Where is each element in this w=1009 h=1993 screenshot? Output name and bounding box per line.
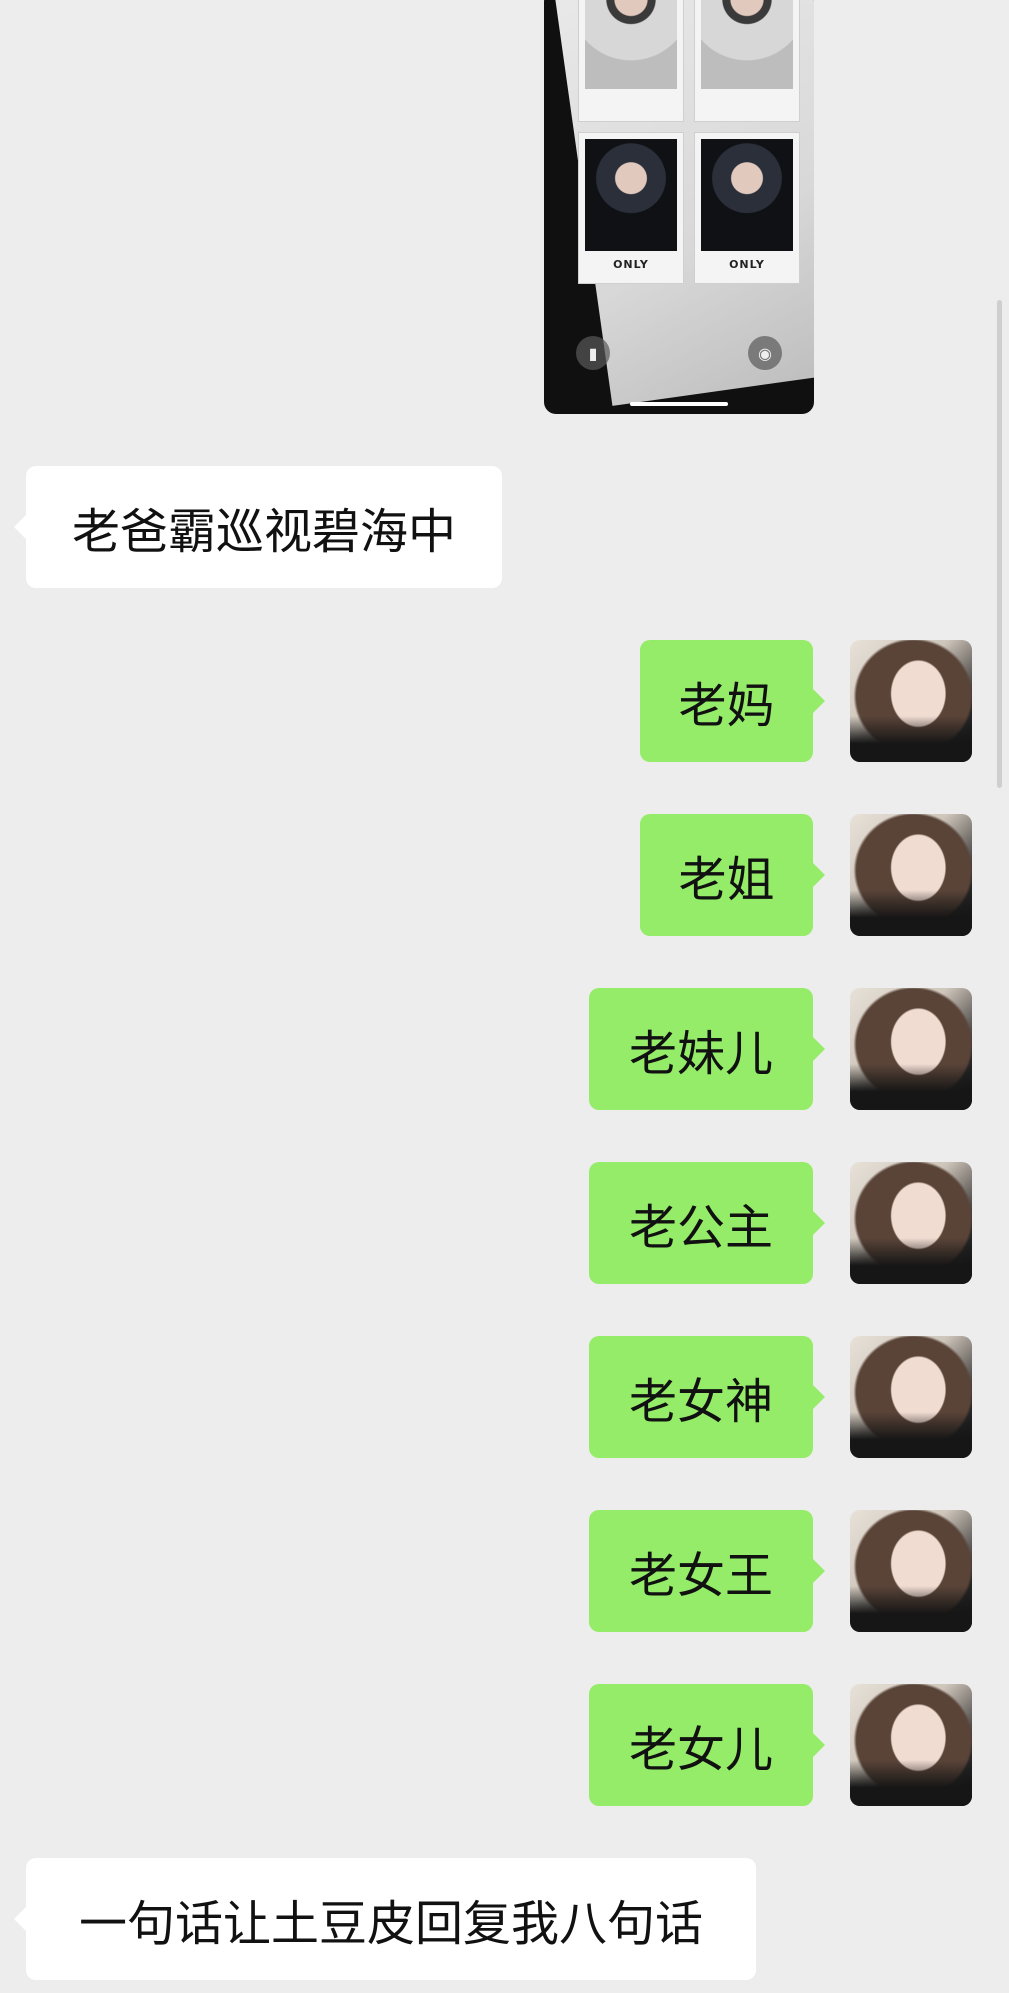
scrollbar[interactable] <box>997 300 1002 788</box>
camera-icon: ◉ <box>748 336 782 370</box>
avatar[interactable] <box>850 814 972 936</box>
poster-photo <box>701 0 793 89</box>
avatar[interactable] <box>850 640 972 762</box>
avatar[interactable] <box>850 1162 972 1284</box>
message-bubble-outgoing[interactable]: 老女神 <box>589 1336 825 1458</box>
poster-tile: ONLY <box>694 132 800 284</box>
image-message[interactable]: ONLY ONLY ▮ ◉ <box>544 0 814 414</box>
message-bubble-outgoing[interactable]: 老女王 <box>589 1510 825 1632</box>
poster-caption: ONLY <box>729 258 765 271</box>
avatar[interactable] <box>850 988 972 1110</box>
avatar[interactable] <box>850 1336 972 1458</box>
poster-tile <box>578 0 684 122</box>
poster-photo <box>701 139 793 251</box>
message-bubble-incoming[interactable]: 老爸霸巡视碧海中 <box>14 466 502 588</box>
message-row: 老爸霸巡视碧海中 <box>14 466 502 588</box>
message-bubble-outgoing[interactable]: 老妈 <box>640 640 825 762</box>
message-bubble-outgoing[interactable]: 老女儿 <box>589 1684 825 1806</box>
message-bubble-outgoing[interactable]: 老公主 <box>589 1162 825 1284</box>
flashlight-icon: ▮ <box>576 336 610 370</box>
avatar[interactable] <box>850 1510 972 1632</box>
message-row: 老妹儿 <box>0 988 1009 1110</box>
poster-photo <box>585 139 677 251</box>
message-row: 老女王 <box>0 1510 1009 1632</box>
chat-view: ONLY ONLY ▮ ◉ 老爸霸巡视碧海中 老妈 老姐 老妹儿 老公主 老女神… <box>0 0 1009 1993</box>
message-row: 老姐 <box>0 814 1009 936</box>
poster-caption: ONLY <box>613 258 649 271</box>
message-row: 老公主 <box>0 1162 1009 1284</box>
message-bubble-incoming[interactable]: 一句话让土豆皮回复我八句话 <box>14 1858 756 1980</box>
message-row: 老妈 <box>0 640 1009 762</box>
avatar[interactable] <box>850 1684 972 1806</box>
poster-photo <box>585 0 677 89</box>
message-bubble-outgoing[interactable]: 老姐 <box>640 814 825 936</box>
message-row: 一句话让土豆皮回复我八句话 <box>14 1858 756 1980</box>
message-row: 老女神 <box>0 1336 1009 1458</box>
home-indicator <box>630 402 728 406</box>
message-row: 老女儿 <box>0 1684 1009 1806</box>
poster-tile: ONLY <box>578 132 684 284</box>
poster-tile <box>694 0 800 122</box>
message-bubble-outgoing[interactable]: 老妹儿 <box>589 988 825 1110</box>
